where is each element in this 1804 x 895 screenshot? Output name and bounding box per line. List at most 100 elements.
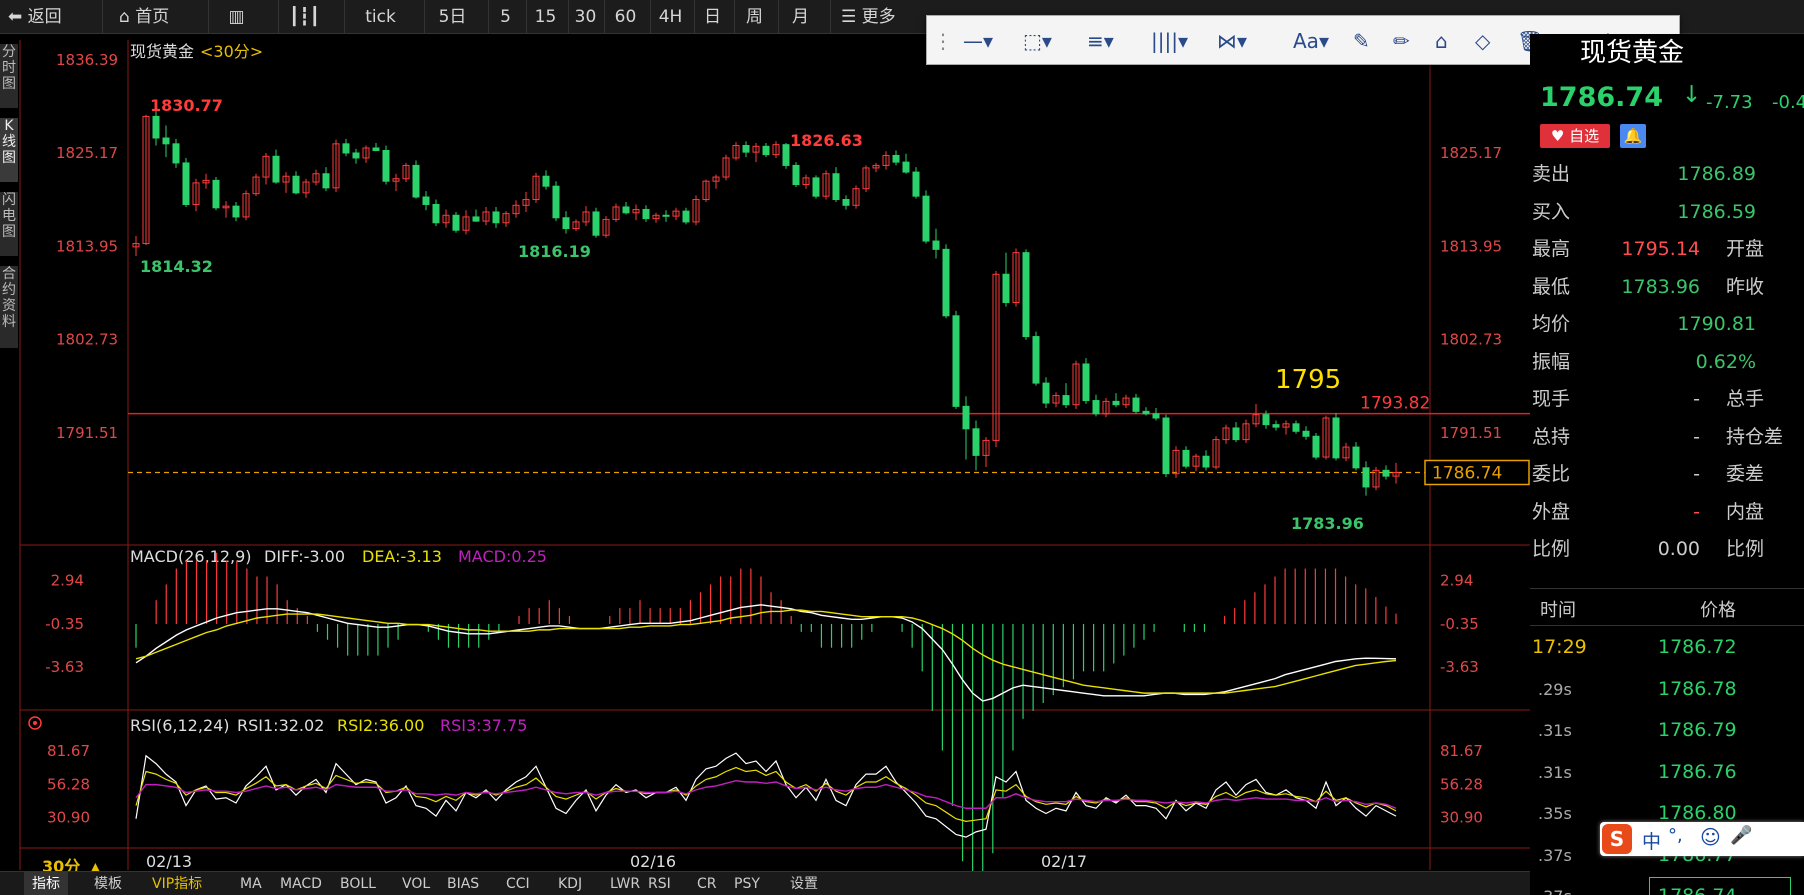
quote-right-label: 比例	[1726, 538, 1765, 560]
price-line-label: 1793.82	[1360, 394, 1430, 414]
rsi1-line	[135, 752, 1397, 838]
candle-body	[382, 149, 390, 182]
chart-title: 现货黄金	[130, 42, 194, 61]
candle-body	[1022, 252, 1030, 338]
quote-right-label: 昨收	[1726, 275, 1765, 298]
quote-row: 最高 1795.14 开盘	[1530, 231, 1804, 268]
candle-body	[922, 195, 930, 242]
vertical-lines-icon[interactable]: ||||▾	[1151, 24, 1188, 58]
price-tick-right: 1825.17	[1440, 144, 1502, 162]
emoji-icon[interactable]: ☺	[1700, 825, 1721, 849]
heart-icon: ♥	[1550, 127, 1565, 145]
indicator-tab-2[interactable]: VIP指标	[152, 872, 202, 895]
quote-label: 最高	[1532, 238, 1571, 260]
candle-body	[172, 143, 180, 164]
rsi-tick-right: 30.90	[1440, 809, 1483, 827]
quote-value: 0.62%	[1695, 350, 1756, 373]
indicator-tab-9[interactable]: KDJ	[558, 872, 582, 895]
pattern-tool-icon[interactable]: ⋈▾	[1217, 24, 1247, 58]
quote-row: 振幅 0.62%	[1530, 344, 1804, 381]
candle-body	[762, 145, 770, 156]
text-tool-icon[interactable]: Aa▾	[1293, 24, 1329, 58]
candle-body	[1002, 273, 1010, 304]
candles	[132, 106, 1400, 496]
indicator-tab-8[interactable]: CCI	[506, 872, 530, 895]
ime-toolbar[interactable]: S 中 °, ☺ 🎤	[1600, 822, 1804, 856]
svg-text:MACD:0.25: MACD:0.25	[458, 547, 547, 566]
candle-body	[232, 205, 240, 218]
kline-chart[interactable]: 1836.391836.391825.171825.171813.951813.…	[0, 0, 1530, 895]
indicator-tab-13[interactable]: PSY	[734, 872, 760, 895]
candle-body	[1082, 363, 1090, 402]
candle-body	[962, 405, 970, 430]
candle-body	[1272, 424, 1280, 428]
indicator-tab-5[interactable]: BOLL	[340, 872, 376, 895]
candle-body	[952, 315, 960, 407]
candle-body	[972, 428, 980, 456]
rect-tool-icon[interactable]: ⬚▾	[1023, 24, 1052, 58]
line-tool-icon[interactable]: —▾	[963, 24, 993, 58]
price-tick-left: 1791.51	[56, 424, 118, 442]
candle-body	[432, 203, 440, 224]
candle-body	[1092, 400, 1100, 415]
quote-row: 比例 0.00 比例	[1530, 531, 1804, 568]
fib-tool-icon[interactable]: ≡▾	[1087, 24, 1114, 58]
indicator-tab-3[interactable]: MA	[240, 872, 262, 895]
quote-row: 卖出 1786.89	[1530, 156, 1804, 193]
quote-right-label: 总手	[1726, 388, 1765, 410]
chart-period-tag: <30分>	[200, 42, 263, 61]
indicator-tab-4[interactable]: MACD	[280, 872, 322, 895]
quote-row: 现手 - 总手	[1530, 381, 1804, 418]
macd-tick-left: -3.63	[45, 658, 84, 676]
svg-text:DIFF:-3.00: DIFF:-3.00	[264, 547, 345, 566]
macd-dea-line	[135, 609, 1397, 694]
candle-body	[272, 155, 280, 183]
drag-handle-icon[interactable]: ⋮	[933, 24, 953, 58]
indicator-tab-10[interactable]: LWR	[610, 872, 640, 895]
indicator-tab-14[interactable]: 设置	[790, 872, 818, 895]
indicator-tab-11[interactable]: RSI	[648, 872, 671, 895]
indicator-tab-7[interactable]: BIAS	[447, 872, 479, 895]
candle-body	[1042, 382, 1050, 404]
svg-text:02/16: 02/16	[630, 852, 676, 871]
tick-price: 1786.74	[1658, 878, 1737, 895]
alert-bell-icon[interactable]: 🔔	[1620, 124, 1646, 148]
macd-legend: MACD(26,12,9) DIFF:-3.00 DEA:-3.13 MACD:…	[130, 547, 547, 566]
indicator-tab-6[interactable]: VOL	[402, 872, 430, 895]
candle-body	[212, 179, 220, 209]
mic-icon[interactable]: 🎤	[1730, 825, 1752, 846]
tick-price: 1786.78	[1658, 677, 1737, 700]
candle-body	[1262, 414, 1270, 426]
indicator-tab-1[interactable]: 模板	[94, 872, 122, 895]
candle-body	[642, 208, 650, 220]
price-tick-left: 1813.95	[56, 237, 118, 255]
quote-value: -	[1693, 500, 1700, 523]
favorite-button[interactable]: ♥ 自选	[1540, 124, 1610, 148]
chart-canvas[interactable]: 1836.391836.391825.171825.171813.951813.…	[0, 0, 1530, 895]
rsi-settings-icon[interactable]	[28, 716, 42, 730]
quote-label: 总持	[1532, 425, 1571, 448]
last-price: 1786.74	[1540, 82, 1663, 113]
candle-body	[912, 171, 920, 197]
candle-body	[792, 164, 800, 186]
magnet-icon[interactable]: ⌂	[1435, 24, 1448, 58]
candle-body	[1182, 449, 1190, 467]
candle-body	[1112, 400, 1120, 406]
pencil-icon[interactable]: ✏	[1393, 24, 1410, 58]
macd-tick-left: 2.94	[51, 572, 84, 590]
candle-body	[542, 175, 550, 187]
indicator-tab-12[interactable]: CR	[697, 872, 717, 895]
tick-row: .29s 1786.78	[1530, 671, 1804, 708]
candle-body	[342, 143, 350, 154]
candle-body	[152, 115, 160, 139]
ruler-icon[interactable]: ✎	[1353, 24, 1370, 58]
indicator-tab-0[interactable]: 指标	[24, 872, 68, 895]
candle-body	[412, 164, 420, 198]
tick-price: 1786.72	[1658, 636, 1737, 658]
mid-high-label: 1826.63	[790, 131, 863, 150]
macd-tick-left: -0.35	[45, 615, 84, 633]
candle-body	[892, 154, 900, 163]
candle-body	[292, 175, 300, 194]
eraser-icon[interactable]: ◇	[1475, 24, 1490, 58]
quote-value: -	[1693, 388, 1700, 410]
